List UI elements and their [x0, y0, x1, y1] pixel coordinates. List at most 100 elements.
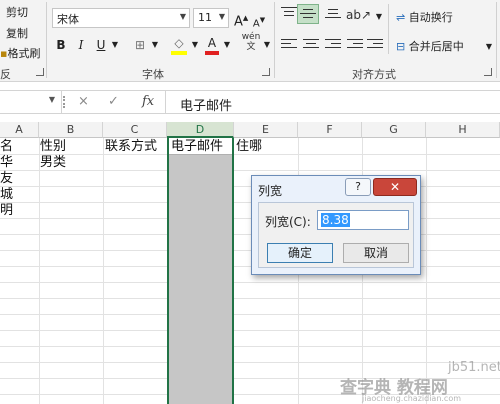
align-middle-button[interactable] [297, 4, 319, 24]
cell-e1[interactable]: 住哪 [236, 139, 262, 155]
fill-color-button[interactable]: ◇ [170, 34, 188, 55]
insert-function-button[interactable]: fx [142, 94, 154, 109]
font-group-label: 字体 [142, 68, 164, 81]
ribbon: 剪切 复制 ▪格式刷 反 宋体 ▼ 11 ▼ A▲ A▼ B I U ▼ ⊞ ▼… [0, 0, 500, 82]
chevron-down-icon: ▼ [485, 42, 493, 51]
align-center-icon[interactable] [303, 39, 319, 53]
cell-c1[interactable]: 联系方式 [105, 139, 157, 155]
formula-buttons: × ✓ fx [70, 91, 166, 114]
fill-color-dropdown[interactable]: ▼ [190, 36, 200, 54]
selected-column-d[interactable] [167, 138, 234, 404]
column-header-f[interactable]: F [298, 122, 362, 138]
border-button[interactable]: ⊞ [132, 36, 148, 54]
column-header-g[interactable]: G [362, 122, 426, 138]
ribbon-divider [496, 2, 497, 78]
align-bottom-icon[interactable] [325, 9, 341, 23]
close-button[interactable]: ✕ [373, 178, 417, 196]
chevron-down-icon: ▼ [111, 40, 119, 49]
paint-bucket-icon: ◇ [174, 36, 184, 50]
font-color-dropdown[interactable]: ▼ [222, 36, 232, 54]
watermark-url: jiaocheng.chazidian.com [362, 394, 462, 403]
dialog-title: 列宽 [258, 184, 283, 198]
column-width-label: 列宽(C): [265, 215, 311, 229]
alignment-launcher-icon[interactable] [484, 68, 492, 76]
shrink-font-button[interactable]: A▼ [252, 11, 266, 29]
ribbon-divider [388, 4, 389, 54]
column-header-e[interactable]: E [234, 122, 298, 138]
gridline [0, 202, 500, 203]
ribbon-divider [274, 2, 275, 78]
formula-bar: ▼ × ✓ fx 电子邮件 [0, 90, 500, 114]
bold-button[interactable]: B [54, 36, 68, 54]
decrease-indent-icon[interactable] [347, 39, 363, 53]
column-header-a[interactable]: A [0, 122, 39, 138]
gridline [39, 138, 40, 404]
orientation-button[interactable]: ab↗ [346, 6, 371, 24]
cancel-entry-button[interactable]: × [78, 94, 89, 109]
chevron-down-icon: ▼ [218, 12, 225, 21]
increase-indent-icon[interactable] [367, 39, 383, 53]
font-color-swatch [205, 51, 219, 55]
align-right-icon[interactable] [325, 39, 341, 53]
formula-input[interactable]: 电子邮件 [180, 95, 232, 114]
gridline [103, 138, 104, 404]
column-header-c[interactable]: C [103, 122, 167, 138]
gridline [0, 314, 500, 315]
wrap-text-button[interactable]: ⇌ 自动换行 [396, 9, 453, 25]
align-middle-icon [300, 9, 316, 23]
chevron-down-icon: ▼ [191, 40, 199, 49]
column-header-h[interactable]: H [426, 122, 500, 138]
cell-b2[interactable]: 男类 [40, 155, 66, 171]
format-painter-button[interactable]: ▪格式刷 [0, 45, 40, 61]
merge-cells-icon: ⊟ [396, 40, 406, 53]
font-name-combo[interactable]: 宋体 ▼ [52, 8, 190, 28]
gridline [0, 218, 500, 219]
font-launcher-icon[interactable] [262, 68, 270, 76]
cell-d1[interactable]: 电子邮件 [171, 139, 223, 155]
chevron-down-icon: ▼ [179, 12, 186, 21]
border-dropdown[interactable]: ▼ [150, 36, 160, 54]
merge-dropdown[interactable]: ▼ [484, 38, 494, 56]
underline-dropdown[interactable]: ▼ [110, 36, 120, 54]
cancel-button[interactable]: 取消 [343, 243, 409, 263]
cell-a3[interactable]: 友 [0, 171, 13, 187]
italic-button[interactable]: I [74, 36, 88, 54]
column-width-input[interactable]: 8.38 [317, 210, 409, 230]
phonetic-button[interactable]: wén 文 [240, 32, 262, 52]
phonetic-dropdown[interactable]: ▼ [262, 36, 272, 54]
confirm-entry-button[interactable]: ✓ [108, 94, 119, 109]
align-top-icon[interactable] [281, 7, 297, 21]
font-color-button[interactable]: A [204, 34, 220, 55]
clipboard-launcher-icon[interactable] [36, 68, 44, 76]
gridline [0, 186, 500, 187]
cell-a2[interactable]: 华 [0, 155, 13, 171]
grow-font-label: A [234, 14, 243, 30]
cell-a1[interactable]: 名 [0, 139, 13, 155]
ok-button[interactable]: 确定 [267, 243, 333, 263]
help-button[interactable]: ? [345, 178, 371, 196]
gridline [0, 234, 500, 235]
column-header-b[interactable]: B [39, 122, 103, 138]
copy-button[interactable]: 复制 [6, 25, 28, 41]
grow-font-button[interactable]: A▲ [234, 9, 248, 30]
merge-center-label: 合并后居中 [408, 40, 464, 53]
gridline [0, 250, 500, 251]
column-width-dialog: 列宽 ? ✕ 列宽(C): 8.38 确定 取消 [251, 175, 421, 275]
name-box[interactable]: ▼ [0, 91, 62, 114]
resize-handle-icon[interactable] [63, 96, 66, 108]
underline-button[interactable]: U [94, 36, 108, 54]
wrap-text-icon: ⇌ [396, 11, 406, 24]
align-left-icon[interactable] [281, 39, 297, 53]
alignment-group-label: 对齐方式 [352, 68, 396, 81]
cell-a5[interactable]: 明 [0, 203, 13, 219]
close-icon: ✕ [389, 180, 401, 194]
cut-button[interactable]: 剪切 [6, 4, 28, 20]
wrap-text-label: 自动换行 [408, 11, 453, 24]
merge-center-button[interactable]: ⊟ 合并后居中 [396, 38, 464, 54]
font-size-combo[interactable]: 11 ▼ [193, 8, 229, 28]
font-color-label: A [207, 36, 217, 50]
cell-b1[interactable]: 性别 [40, 139, 66, 155]
column-header-d[interactable]: D [167, 122, 234, 138]
cell-a4[interactable]: 城 [0, 187, 13, 203]
orientation-dropdown[interactable]: ▼ [374, 8, 384, 26]
